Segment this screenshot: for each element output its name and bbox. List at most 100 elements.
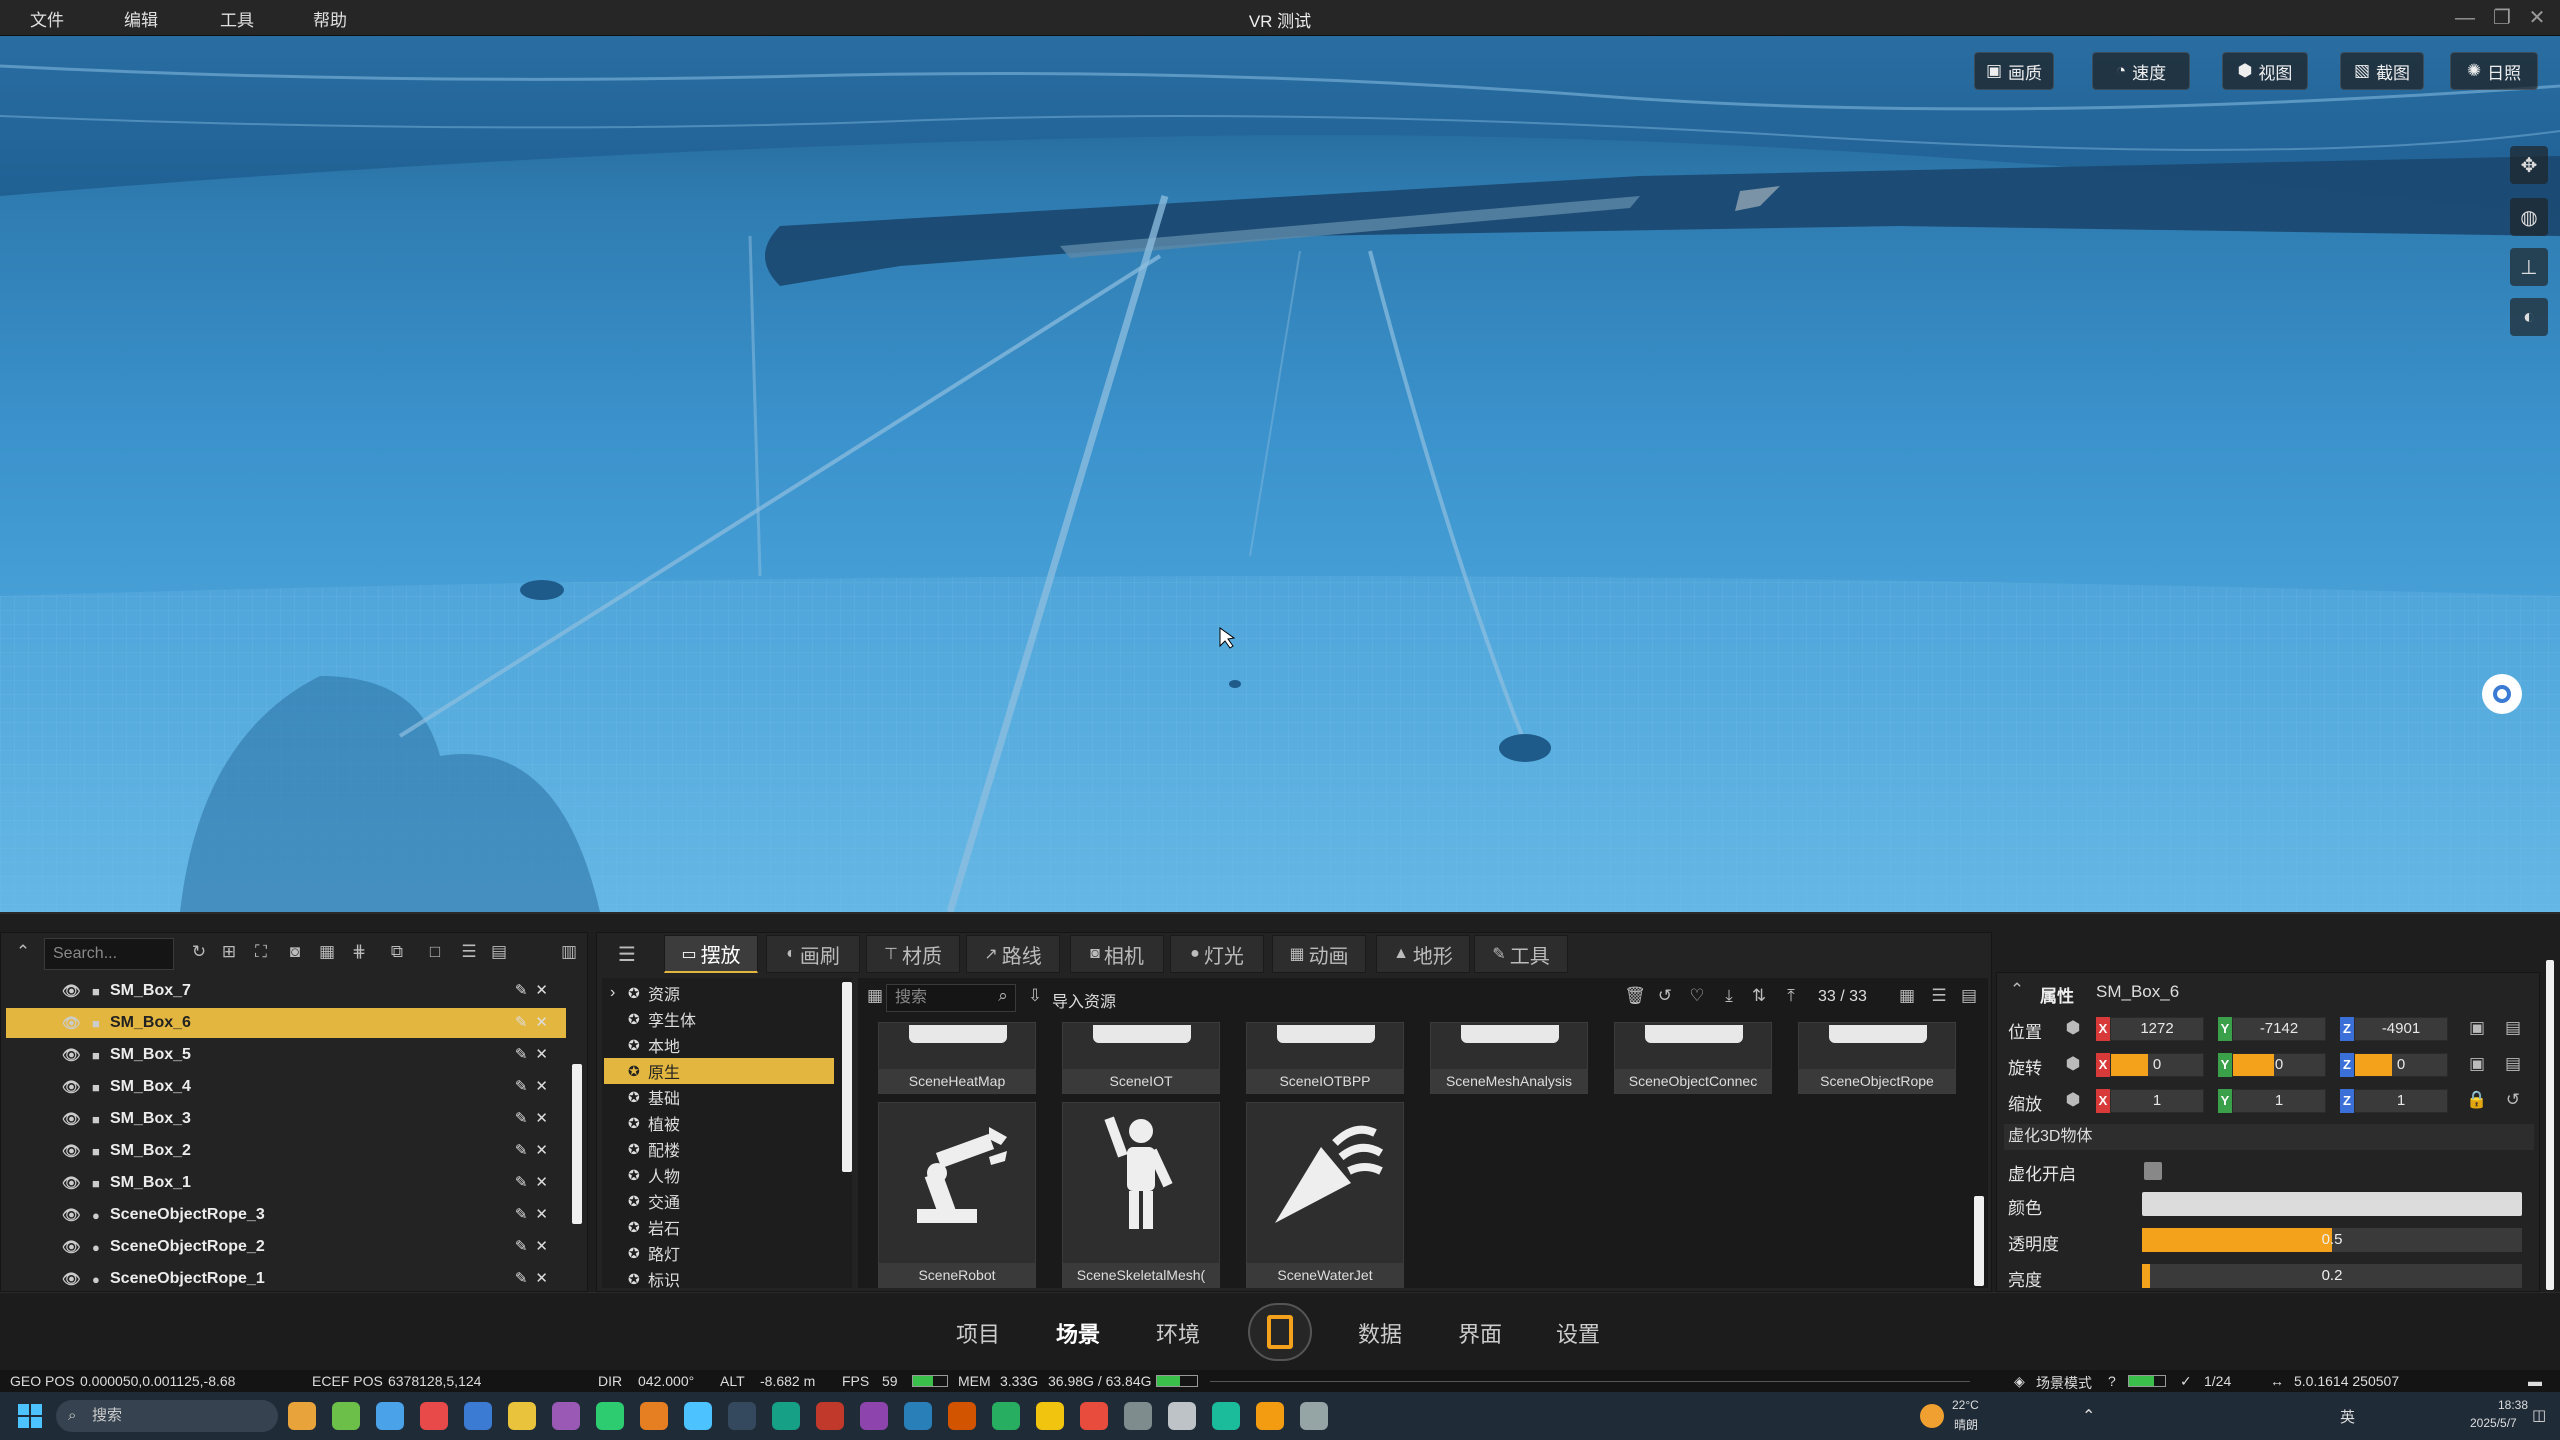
move-icon[interactable]: ✥: [2510, 146, 2548, 184]
cube-icon[interactable]: ⬢: [2060, 1090, 2086, 1110]
taskbar-search[interactable]: ⌕ 搜索: [56, 1400, 278, 1432]
taskbar-app-icon[interactable]: [1080, 1402, 1108, 1430]
notification-icon[interactable]: ◫: [2532, 1406, 2546, 1424]
outliner-item[interactable]: 👁 ■ SM_Box_7 ✎✕: [6, 976, 566, 1006]
sort-down-icon[interactable]: ⤓: [1716, 986, 1742, 1006]
reset-icon[interactable]: ↺: [2500, 1090, 2526, 1110]
chat-icon[interactable]: ▬: [2528, 1373, 2542, 1389]
history-icon[interactable]: ↺: [1652, 986, 1678, 1006]
tree-item[interactable]: ✪ 原生: [604, 1058, 834, 1084]
tab-brush[interactable]: ◐ 画刷: [766, 935, 860, 973]
view-button[interactable]: ⬢ 视图: [2222, 52, 2308, 90]
position-y-field[interactable]: -7142: [2232, 1017, 2326, 1041]
copy-icon[interactable]: ▣: [2464, 1018, 2490, 1038]
taskbar-app-icon[interactable]: [464, 1402, 492, 1430]
edit-icon[interactable]: ✎: [515, 1046, 536, 1063]
taskbar-app-icon[interactable]: [904, 1402, 932, 1430]
tree-item[interactable]: ✪ 孪生体: [604, 1006, 834, 1032]
collapse-icon[interactable]: ⌃: [10, 942, 36, 962]
asset-tile[interactable]: SceneObjectConnec: [1614, 1022, 1772, 1094]
nav-interface[interactable]: 界面: [1458, 1317, 1502, 1349]
cube-icon[interactable]: ⬢: [2060, 1054, 2086, 1074]
grid-view-icon[interactable]: ▦: [1894, 986, 1920, 1006]
eye-icon[interactable]: 👁: [62, 1270, 86, 1288]
outliner-item[interactable]: 👁 ■ SM_Box_5 ✎✕: [6, 1040, 566, 1070]
chart-icon[interactable]: ▤: [486, 942, 512, 962]
eye-icon[interactable]: 👁: [62, 1110, 86, 1128]
taskbar-app-icon[interactable]: [552, 1402, 580, 1430]
taskbar-app-icon[interactable]: [332, 1402, 360, 1430]
delete-icon[interactable]: ✕: [535, 1142, 556, 1159]
taskbar-app-icon[interactable]: [1300, 1402, 1328, 1430]
taskbar-app-icon[interactable]: [1212, 1402, 1240, 1430]
tree-item[interactable]: ✪ 配楼: [604, 1136, 834, 1162]
tree-item[interactable]: ✪ 路灯: [604, 1240, 834, 1266]
delete-icon[interactable]: ✕: [535, 1078, 556, 1095]
tab-material[interactable]: ⊤ 材质: [866, 935, 960, 973]
tab-camera[interactable]: ◙ 相机: [1070, 935, 1164, 973]
edit-icon[interactable]: ✎: [515, 1270, 536, 1287]
delete-icon[interactable]: ✕: [535, 1270, 556, 1287]
tab-terrain[interactable]: ▲ 地形: [1376, 935, 1470, 973]
nav-environment[interactable]: 环境: [1156, 1317, 1200, 1349]
delete-icon[interactable]: ✕: [535, 1206, 556, 1223]
taskbar-app-icon[interactable]: [860, 1402, 888, 1430]
tree-item[interactable]: ✪ 本地: [604, 1032, 834, 1058]
asset-tile[interactable]: SceneObjectRope: [1798, 1022, 1956, 1094]
close-button[interactable]: ✕: [2522, 4, 2552, 32]
rotation-x-field[interactable]: 0: [2110, 1053, 2204, 1077]
edit-icon[interactable]: ✎: [515, 1110, 536, 1127]
earth-icon[interactable]: ◐: [2510, 298, 2548, 336]
eye-icon[interactable]: 👁: [62, 1142, 86, 1160]
taskbar-app-icon[interactable]: [948, 1402, 976, 1430]
eye-icon[interactable]: 👁: [62, 1174, 86, 1192]
timeline-track[interactable]: [1210, 1381, 1970, 1382]
film-icon[interactable]: ▦: [314, 942, 340, 962]
help-icon[interactable]: ?: [2108, 1373, 2116, 1389]
tree-item[interactable]: ✪ 交通: [604, 1188, 834, 1214]
edit-icon[interactable]: ✎: [515, 1142, 536, 1159]
eye-icon[interactable]: 👁: [62, 982, 86, 1000]
taskbar-app-icon[interactable]: [1036, 1402, 1064, 1430]
delete-icon[interactable]: ✕: [535, 1110, 556, 1127]
asset-tile[interactable]: SceneRobot: [878, 1102, 1036, 1288]
taskbar-app-icon[interactable]: [816, 1402, 844, 1430]
tab-route[interactable]: ↗ 路线: [966, 935, 1060, 973]
taskbar-app-icon[interactable]: [1124, 1402, 1152, 1430]
tree-item[interactable]: ✪ 标识: [604, 1266, 834, 1292]
asset-scrollbar[interactable]: [1974, 1196, 1984, 1286]
asset-tile[interactable]: SceneHeatMap: [878, 1022, 1036, 1094]
eye-icon[interactable]: 👁: [62, 1238, 86, 1256]
blur-enable-checkbox[interactable]: [2144, 1162, 2162, 1180]
copy-icon[interactable]: ▣: [2464, 1054, 2490, 1074]
taskbar-app-icon[interactable]: [728, 1402, 756, 1430]
position-z-field[interactable]: -4901: [2354, 1017, 2448, 1041]
tab-wrench[interactable]: ✎ 工具: [1474, 935, 1568, 973]
list-icon[interactable]: ☰: [456, 942, 482, 962]
tree-item[interactable]: › ✪ 资源: [604, 980, 834, 1006]
edit-icon[interactable]: ✎: [515, 1174, 536, 1191]
camera-icon[interactable]: ◙: [282, 942, 308, 962]
favorite-icon[interactable]: ♡: [1684, 986, 1710, 1006]
grid-select-icon[interactable]: ⊞: [216, 942, 242, 962]
taskbar-app-icon[interactable]: [1168, 1402, 1196, 1430]
upload-icon[interactable]: ⤒: [1778, 986, 1804, 1006]
edit-icon[interactable]: ✎: [515, 982, 536, 999]
split-icon[interactable]: ⋕: [346, 942, 372, 962]
square-icon[interactable]: □: [422, 942, 448, 962]
outliner-item[interactable]: 👁 ● SceneObjectRope_3 ✎✕: [6, 1200, 566, 1230]
paste-icon[interactable]: ▤: [2500, 1054, 2526, 1074]
home-button[interactable]: [1248, 1303, 1312, 1361]
scale-y-field[interactable]: 1: [2232, 1089, 2326, 1113]
3d-viewport[interactable]: ▣ 画质 ◔ 速度 ⬢ 视图 ▧ 截图 ✺ 日照 ✥ ◍ ⊥ ◐: [0, 36, 2560, 912]
panel-icon[interactable]: ▥: [556, 942, 582, 962]
tab-animation[interactable]: ▦ 动画: [1272, 935, 1366, 973]
rotation-y-field[interactable]: 0: [2232, 1053, 2326, 1077]
taskbar-app-icon[interactable]: [992, 1402, 1020, 1430]
detail-view-icon[interactable]: ▤: [1956, 986, 1982, 1006]
start-icon[interactable]: [18, 1404, 42, 1428]
asset-tile[interactable]: SceneIOTBPP: [1246, 1022, 1404, 1094]
taskbar-app-icon[interactable]: [596, 1402, 624, 1430]
outliner-item[interactable]: 👁 ■ SM_Box_6 ✎✕: [6, 1008, 566, 1038]
outliner-search-input[interactable]: Search...: [44, 938, 174, 970]
